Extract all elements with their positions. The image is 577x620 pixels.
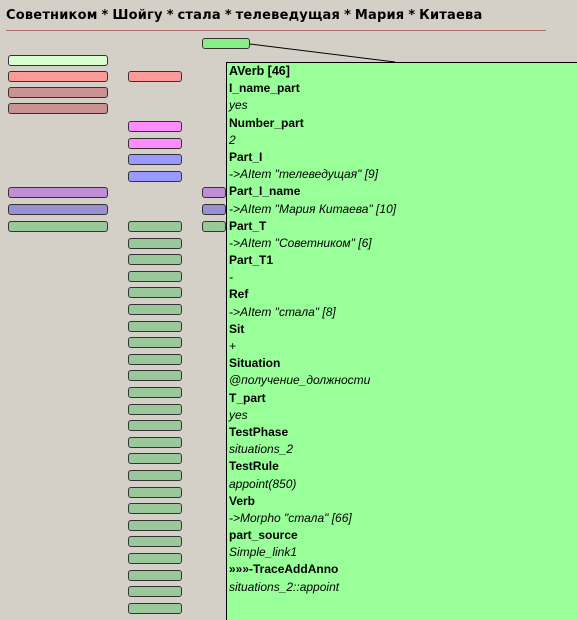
field-value: yes bbox=[229, 407, 248, 422]
token-separator: * bbox=[224, 8, 232, 23]
annotation-box[interactable] bbox=[128, 154, 182, 165]
annotation-box[interactable] bbox=[128, 486, 182, 498]
annotation-box[interactable] bbox=[8, 71, 108, 82]
field-value: ->AItem "Советником" [6] bbox=[229, 235, 372, 250]
token-word[interactable]: Шойгу bbox=[112, 8, 162, 23]
field-key: Ref bbox=[229, 287, 249, 302]
field-key: Part_T1 bbox=[229, 253, 274, 268]
field-key: Part_I_name bbox=[229, 184, 301, 199]
annotation-box[interactable] bbox=[128, 71, 182, 82]
annotation-box[interactable] bbox=[8, 87, 108, 98]
annotation-box[interactable] bbox=[202, 204, 226, 215]
annotation-box[interactable] bbox=[128, 403, 182, 415]
field-key: Number_part bbox=[229, 115, 304, 130]
annotation-box-selected[interactable] bbox=[202, 38, 250, 49]
annotation-box[interactable] bbox=[8, 103, 108, 114]
annotation-box[interactable] bbox=[128, 121, 182, 132]
annotation-box[interactable] bbox=[128, 270, 182, 282]
field-value: ->AItem "стала" [8] bbox=[229, 304, 336, 319]
annotation-box[interactable] bbox=[8, 204, 108, 215]
annotation-box[interactable] bbox=[128, 453, 182, 465]
annotation-box[interactable] bbox=[128, 470, 182, 481]
annotation-box[interactable] bbox=[128, 602, 182, 614]
annotation-popup: AVerb [46] I_name_partyes Number_part 2 Par… bbox=[226, 62, 577, 620]
field-value: yes bbox=[229, 98, 248, 113]
annotation-box[interactable] bbox=[128, 221, 182, 232]
token-word[interactable]: Китаева bbox=[419, 8, 482, 23]
field-value: + bbox=[229, 339, 237, 353]
field-value: ->AItem "Мария Китаева" [10] bbox=[229, 201, 397, 216]
field-key: »»»-TraceAddAnno bbox=[229, 562, 339, 577]
annotation-box[interactable] bbox=[128, 586, 182, 598]
field-value: Simple_link1 bbox=[229, 545, 298, 560]
token-separator: * bbox=[344, 8, 351, 23]
popup-field-list: I_name_partyes Number_part 2 Part_I ->AItem … bbox=[227, 80, 577, 596]
field-value: appoint(850) bbox=[229, 476, 297, 491]
field-value: @получение_должности bbox=[229, 373, 371, 388]
annotation-box[interactable] bbox=[128, 320, 182, 332]
header-underline bbox=[6, 30, 546, 31]
annotation-box[interactable] bbox=[128, 503, 182, 515]
field-value: situations_2::appoint bbox=[229, 579, 340, 594]
annotation-box[interactable] bbox=[128, 304, 182, 315]
annotation-box[interactable] bbox=[128, 519, 182, 531]
token-separator: * bbox=[101, 8, 109, 23]
field-key: Sit bbox=[229, 321, 245, 336]
annotation-box[interactable] bbox=[128, 553, 182, 564]
field-value: - bbox=[229, 270, 233, 285]
field-key: part_source bbox=[229, 528, 298, 543]
annotation-box[interactable] bbox=[128, 171, 182, 182]
annotation-box[interactable] bbox=[8, 221, 108, 232]
field-key: TestRule bbox=[229, 459, 279, 474]
field-value: ->AItem "телеведущая" [9] bbox=[229, 167, 379, 182]
annotation-box[interactable] bbox=[202, 187, 226, 198]
field-key: I_name_part bbox=[229, 81, 300, 96]
annotation-box[interactable] bbox=[128, 436, 182, 448]
field-key: T_part bbox=[229, 390, 266, 405]
field-key: TestPhase bbox=[229, 424, 289, 439]
field-value: ->Morpho "стала" [66] bbox=[229, 510, 352, 525]
annotation-box[interactable] bbox=[128, 536, 182, 548]
token-word[interactable]: телеведущая bbox=[236, 8, 340, 23]
annotation-box[interactable] bbox=[8, 55, 108, 66]
annotation-box[interactable] bbox=[128, 387, 182, 398]
annotation-box[interactable] bbox=[128, 569, 182, 581]
field-key: Verb bbox=[229, 493, 256, 508]
annotation-box[interactable] bbox=[128, 138, 182, 149]
token-word[interactable]: стала bbox=[178, 8, 221, 23]
annotation-box[interactable] bbox=[128, 337, 182, 349]
field-value: 2 bbox=[229, 132, 236, 147]
annotation-box[interactable] bbox=[8, 187, 108, 198]
token-word[interactable]: Советником bbox=[6, 8, 98, 23]
annotation-box[interactable] bbox=[128, 353, 182, 365]
annotation-box[interactable] bbox=[128, 420, 182, 432]
field-key: Part_T bbox=[229, 218, 267, 233]
field-value: situations_2 bbox=[229, 442, 294, 457]
annotation-box[interactable] bbox=[128, 287, 182, 299]
annotation-box[interactable] bbox=[128, 254, 182, 266]
token-separator: * bbox=[166, 8, 174, 23]
field-key: Part_I bbox=[229, 149, 263, 164]
token-separator: * bbox=[408, 8, 416, 23]
field-key: Situation bbox=[229, 356, 281, 371]
annotation-box[interactable] bbox=[128, 237, 182, 249]
token-word[interactable]: Мария bbox=[355, 8, 404, 23]
popup-title: AVerb [46] bbox=[229, 64, 290, 78]
annotation-box[interactable] bbox=[202, 221, 226, 232]
annotation-box[interactable] bbox=[128, 370, 182, 382]
